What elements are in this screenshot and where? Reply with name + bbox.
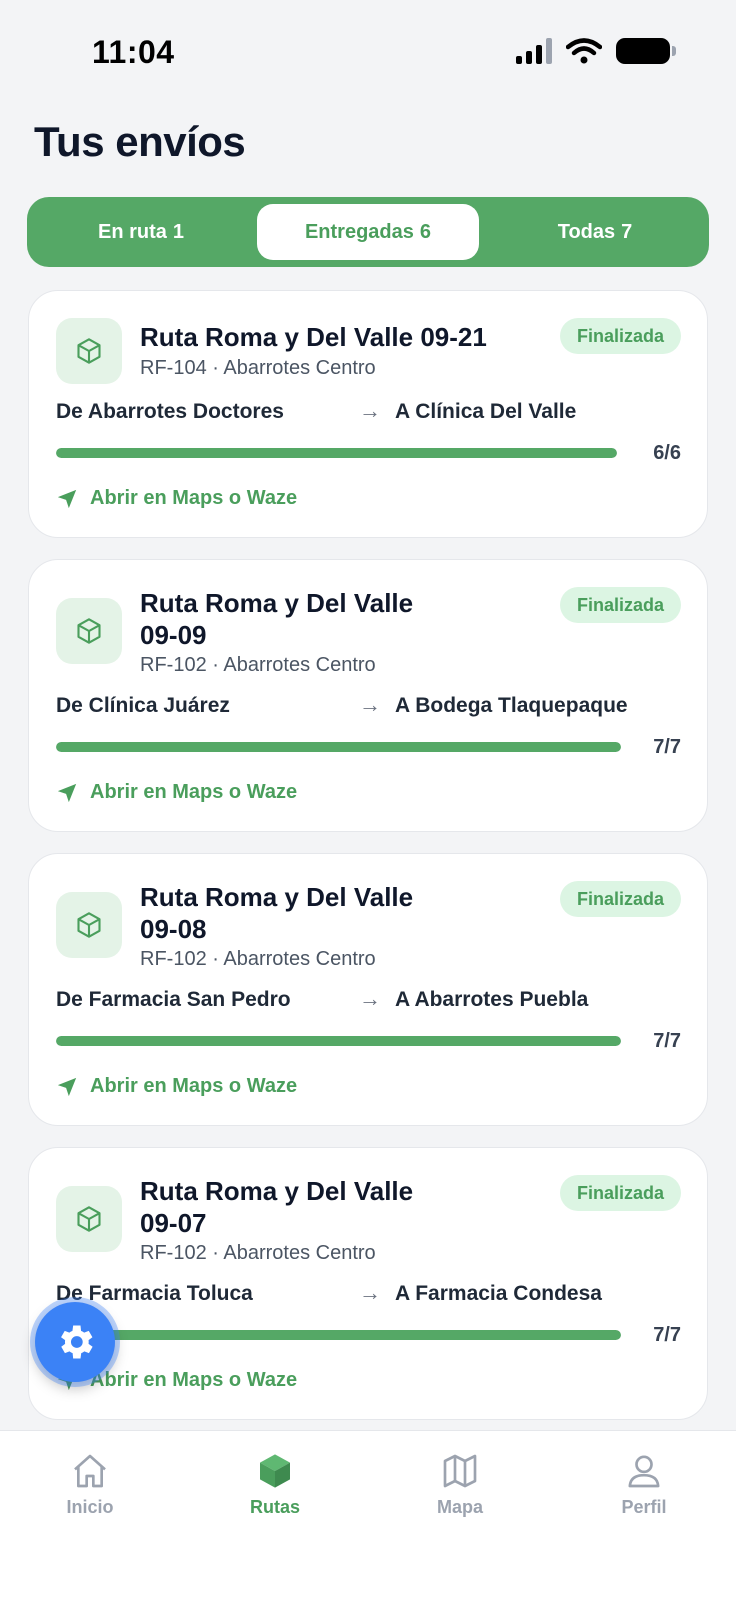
arrow-right-icon: →	[359, 986, 381, 1011]
progress-bar	[56, 1036, 621, 1046]
bottom-nav: Inicio Rutas Mapa Perfil	[0, 1430, 736, 1600]
shipment-card[interactable]: Ruta Roma y Del Valle 09-21 Finalizada R…	[28, 290, 708, 538]
route-destination: A Farmacia Condesa	[395, 1282, 602, 1305]
route-title: Ruta Roma y Del Valle 09-21	[140, 322, 487, 352]
status-time: 11:04	[92, 34, 175, 70]
status-badge: Finalizada	[559, 1175, 681, 1211]
tab-todas[interactable]: Todas 7	[489, 204, 701, 260]
arrow-right-icon: →	[359, 1280, 381, 1305]
shipment-card[interactable]: Ruta Roma y Del Valle 09-08 Finalizada R…	[28, 853, 708, 1126]
box-icon	[260, 1454, 290, 1488]
route-title: Ruta Roma y Del Valle 09-08	[140, 882, 414, 944]
tab-label: En ruta	[97, 220, 167, 243]
maps-link-label: Abrir en Maps o Waze	[90, 1369, 298, 1391]
route-destination: A Bodega Tlaquepaque	[395, 694, 628, 717]
route-origin: De Farmacia San Pedro	[56, 988, 291, 1011]
progress-count: 7/7	[653, 736, 681, 758]
progress-fill	[56, 1330, 621, 1340]
maps-link-label: Abrir en Maps o Waze	[90, 1075, 298, 1097]
open-maps-link[interactable]: Abrir en Maps o Waze	[56, 1075, 297, 1098]
shipment-card[interactable]: Ruta Roma y Del Valle 09-07 Finalizada R…	[28, 1147, 708, 1420]
arrow-right-icon: →	[359, 398, 381, 423]
status-badge: Finalizada	[559, 587, 681, 623]
tab-count: 7	[621, 220, 633, 243]
tab-count: 1	[172, 220, 185, 243]
maps-link-label: Abrir en Maps o Waze	[90, 487, 298, 509]
route-destination: A Clínica Del Valle	[395, 400, 577, 423]
navigation-arrow-icon	[57, 1077, 77, 1096]
home-icon	[74, 1454, 106, 1488]
status-icons	[516, 38, 676, 64]
page-title: Tus envíos	[34, 118, 246, 165]
route-origin: De Abarrotes Doctores	[56, 400, 284, 423]
status-bar: 11:04	[0, 0, 736, 100]
settings-fab-button[interactable]	[35, 1302, 115, 1382]
package-icon	[56, 1186, 122, 1252]
package-icon	[56, 318, 122, 384]
open-maps-link[interactable]: Abrir en Maps o Waze	[56, 781, 297, 804]
route-title: Ruta Roma y Del Valle 09-07	[140, 1176, 414, 1238]
progress-fill	[56, 448, 617, 458]
package-icon	[56, 892, 122, 958]
route-origin: De Clínica Juárez	[56, 694, 230, 717]
progress-count: 6/6	[653, 442, 681, 464]
route-origin: De Farmacia Toluca	[56, 1282, 253, 1305]
status-badge: Finalizada	[559, 881, 681, 917]
progress-bar	[56, 448, 617, 458]
cellular-signal-icon	[516, 38, 552, 64]
user-icon	[628, 1455, 660, 1488]
open-maps-link[interactable]: Abrir en Maps o Waze	[56, 487, 297, 510]
progress-fill	[56, 1036, 621, 1046]
package-icon	[56, 598, 122, 664]
status-badge: Finalizada	[559, 318, 681, 354]
tab-count: 6	[419, 220, 432, 243]
shipment-card[interactable]: Ruta Roma y Del Valle 09-09 Finalizada R…	[28, 559, 708, 832]
battery-icon	[616, 38, 676, 64]
route-destination: A Abarrotes Puebla	[395, 988, 589, 1011]
tab-label: Todas	[557, 220, 616, 243]
navigation-arrow-icon	[57, 783, 77, 802]
navigation-arrow-icon	[57, 489, 77, 508]
tab-entregadas[interactable]: Entregadas 6	[257, 204, 479, 260]
route-subtitle: RF-102 · Abarrotes Centro	[140, 1242, 376, 1264]
route-title: Ruta Roma y Del Valle 09-09	[140, 588, 414, 650]
tab-label: Entregadas	[304, 220, 414, 243]
nav-item-perfil[interactable]: Perfil	[584, 1451, 704, 1518]
tab-en-ruta[interactable]: En ruta 1	[35, 204, 247, 260]
nav-label: Inicio	[66, 1497, 114, 1517]
nav-item-rutas[interactable]: Rutas	[215, 1451, 335, 1518]
progress-fill	[56, 742, 621, 752]
route-subtitle: RF-102 · Abarrotes Centro	[140, 948, 376, 970]
progress-bar	[56, 742, 621, 752]
wifi-icon	[566, 38, 602, 64]
nav-label: Perfil	[621, 1497, 667, 1517]
shipment-filter-tabs: En ruta 1 Entregadas 6 Todas 7	[27, 197, 709, 267]
route-subtitle: RF-104 · Abarrotes Centro	[140, 357, 376, 379]
progress-count: 7/7	[653, 1030, 681, 1052]
maps-link-label: Abrir en Maps o Waze	[90, 781, 298, 803]
arrow-right-icon: →	[359, 692, 381, 717]
route-subtitle: RF-102 · Abarrotes Centro	[140, 654, 376, 676]
nav-item-inicio[interactable]: Inicio	[30, 1451, 150, 1518]
nav-label: Mapa	[436, 1497, 483, 1517]
progress-count: 7/7	[653, 1324, 681, 1346]
nav-label: Rutas	[249, 1497, 300, 1517]
nav-item-mapa[interactable]: Mapa	[400, 1451, 520, 1518]
progress-bar	[56, 1330, 621, 1340]
gear-icon	[61, 1325, 93, 1359]
map-icon	[443, 1454, 477, 1488]
